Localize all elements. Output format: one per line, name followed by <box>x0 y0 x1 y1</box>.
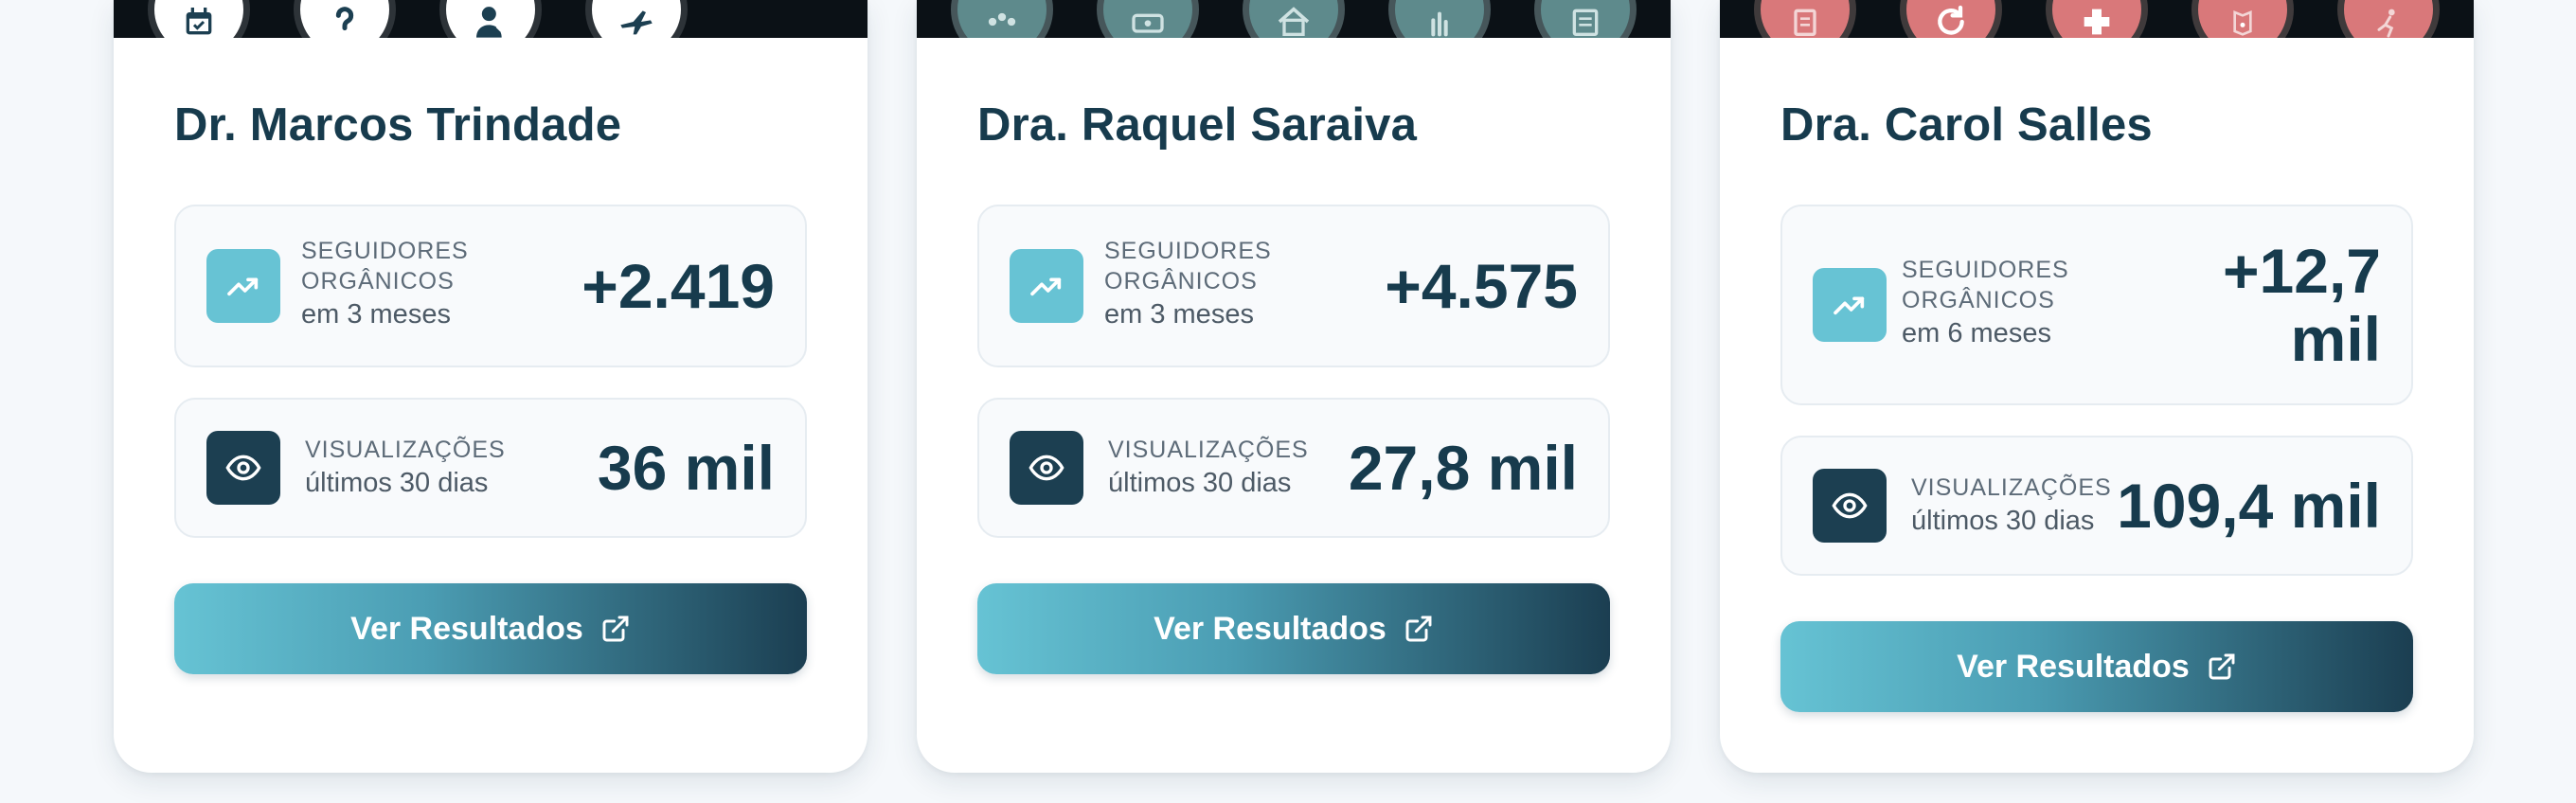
ver-resultados-button[interactable]: Ver Resultados <box>1780 621 2413 712</box>
ver-resultados-button[interactable]: Ver Resultados <box>977 583 1610 674</box>
button-label: Ver Resultados <box>1957 648 2190 685</box>
trending-up-icon <box>206 249 280 323</box>
views-stat-box: VISUALIZAÇÕES últimos 30 dias 109,4 mil <box>1780 436 2413 576</box>
views-value: 36 mil <box>597 433 775 503</box>
followers-value: +4.575 <box>1385 251 1578 321</box>
views-value: 109,4 mil <box>2117 471 2381 541</box>
card-banner <box>917 0 1671 38</box>
followers-value: +2.419 <box>581 251 775 321</box>
cross-icon <box>2046 0 2148 38</box>
followers-label-line1: SEGUIDORES <box>1104 238 1272 264</box>
doctor-name: Dra. Raquel Saraiva <box>977 99 1418 151</box>
views-label: VISUALIZAÇÕES <box>1911 474 2112 501</box>
people-icon <box>951 0 1053 38</box>
map-icon <box>2191 0 2294 38</box>
house-icon <box>1243 0 1345 38</box>
views-period: últimos 30 dias <box>1911 506 2095 536</box>
views-label: VISUALIZAÇÕES <box>305 437 506 463</box>
ver-resultados-button[interactable]: Ver Resultados <box>174 583 807 674</box>
card-banner <box>114 0 868 38</box>
external-link-icon <box>2209 653 2235 680</box>
refresh-icon <box>1900 0 2002 38</box>
clipboard-icon <box>1754 0 1856 38</box>
result-card-marcos: Dr. Marcos Trindade SEGUIDORES ORGÂNICOS… <box>114 0 868 773</box>
doctor-name: Dr. Marcos Trindade <box>174 99 622 151</box>
button-label: Ver Resultados <box>350 610 583 647</box>
result-card-raquel: Dra. Raquel Saraiva SEGUIDORES ORGÂNICOS… <box>917 0 1671 773</box>
airplane-icon <box>585 0 688 38</box>
button-label: Ver Resultados <box>1154 610 1386 647</box>
views-label: VISUALIZAÇÕES <box>1108 437 1309 463</box>
external-link-icon <box>1405 616 1432 642</box>
doctor-name: Dra. Carol Salles <box>1780 99 2153 151</box>
followers-label-line2: ORGÂNICOS <box>1902 287 2055 313</box>
followers-stat-box: SEGUIDORES ORGÂNICOS em 3 meses +4.575 <box>977 205 1610 367</box>
followers-period: em 6 meses <box>1902 318 2051 348</box>
followers-label-line1: SEGUIDORES <box>301 238 469 264</box>
money-icon <box>1097 0 1199 38</box>
person-icon <box>2337 0 2440 38</box>
doctor-icon <box>439 0 542 38</box>
followers-period: em 3 meses <box>1104 299 1254 330</box>
result-card-carol: Dra. Carol Salles SEGUIDORES ORGÂNICOS e… <box>1720 0 2474 773</box>
followers-period: em 3 meses <box>301 299 451 330</box>
views-value: 27,8 mil <box>1348 433 1578 503</box>
followers-label-line1: SEGUIDORES <box>1902 257 2069 283</box>
followers-stat-box: SEGUIDORES ORGÂNICOS em 6 meses +12,7 mi… <box>1780 205 2413 405</box>
eye-icon <box>206 431 280 505</box>
trending-up-icon <box>1813 268 1887 342</box>
card-banner <box>1720 0 2474 38</box>
document-icon <box>1534 0 1637 38</box>
views-stat-box: VISUALIZAÇÕES últimos 30 dias 27,8 mil <box>977 398 1610 538</box>
views-period: últimos 30 dias <box>305 468 489 498</box>
views-stat-box: VISUALIZAÇÕES últimos 30 dias 36 mil <box>174 398 807 538</box>
followers-label-line2: ORGÂNICOS <box>1104 268 1258 294</box>
question-icon <box>294 0 396 38</box>
followers-value: +12,7 mil <box>2223 236 2381 374</box>
views-period: últimos 30 dias <box>1108 468 1292 498</box>
trending-up-icon <box>1010 249 1083 323</box>
calendar-icon <box>148 0 250 38</box>
eye-icon <box>1010 431 1083 505</box>
hand-icon <box>1388 0 1491 38</box>
followers-label-line2: ORGÂNICOS <box>301 268 455 294</box>
external-link-icon <box>602 616 629 642</box>
eye-icon <box>1813 469 1887 543</box>
followers-stat-box: SEGUIDORES ORGÂNICOS em 3 meses +2.419 <box>174 205 807 367</box>
